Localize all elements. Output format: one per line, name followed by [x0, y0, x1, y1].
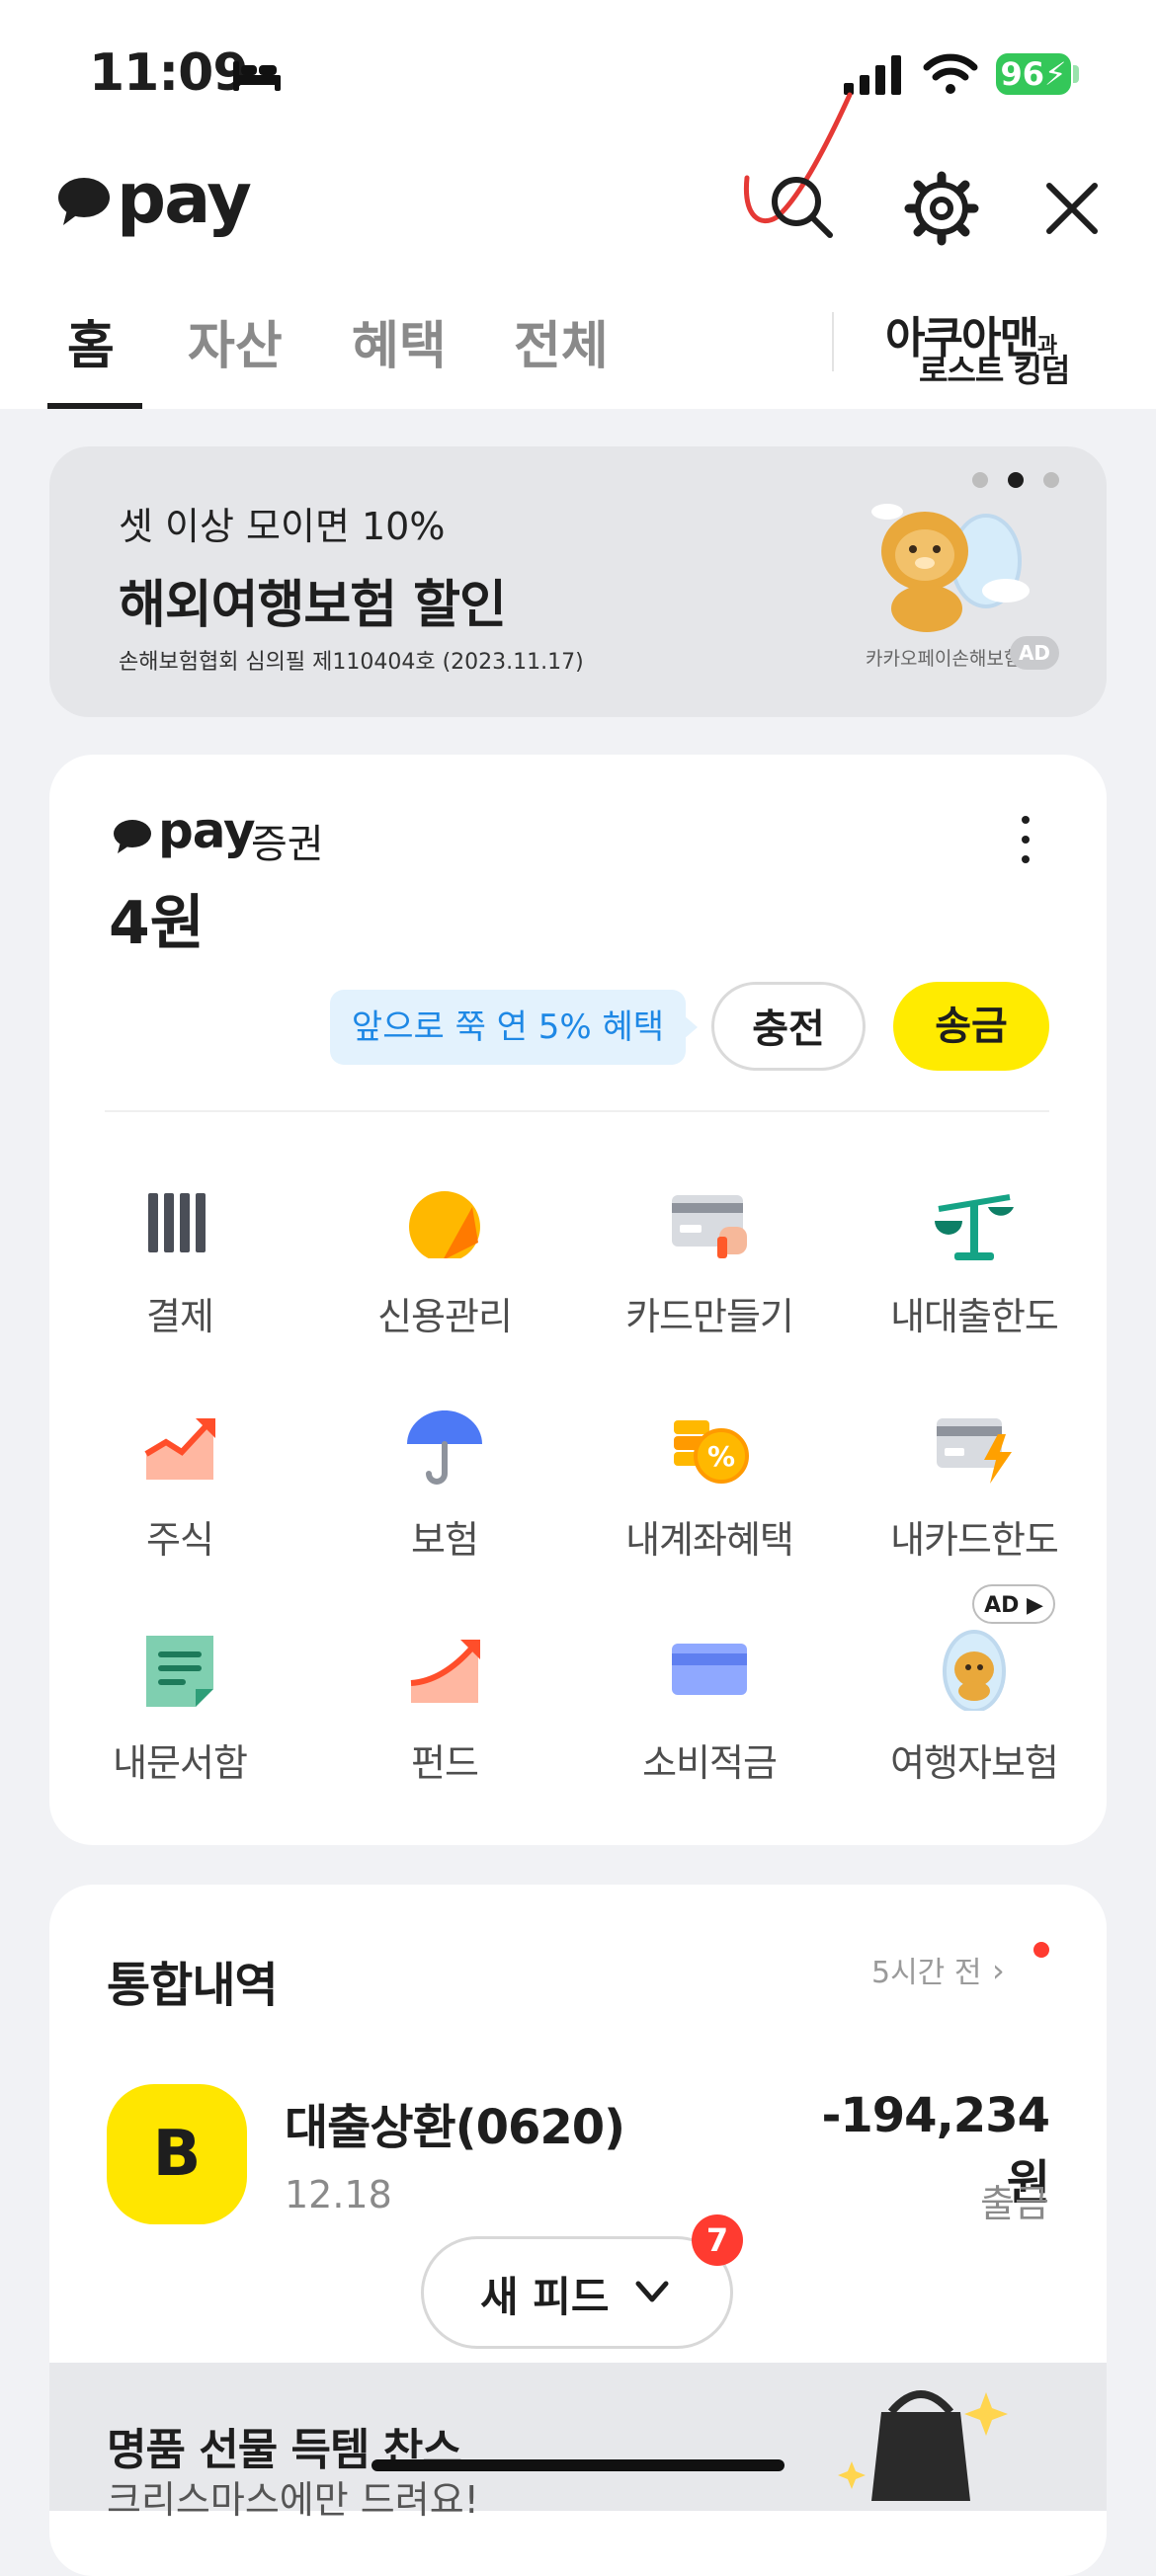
- battery-level: 96: [1000, 55, 1045, 93]
- more-options-icon[interactable]: [1012, 812, 1039, 867]
- menu-label: 내문서함: [113, 1741, 248, 1785]
- kakao-bubble-icon: [114, 820, 151, 853]
- banner-title: 해외여행보험 할인: [119, 576, 507, 635]
- pay-logo: pay: [117, 158, 252, 239]
- tab-divider: [832, 312, 834, 371]
- menu-label: 내대출한도: [890, 1295, 1059, 1338]
- menu-insurance[interactable]: 보험: [316, 1405, 573, 1564]
- menu-label: 결제: [146, 1295, 214, 1338]
- sleep-mode-icon: [233, 61, 281, 91]
- tab-assets[interactable]: 자산: [188, 304, 283, 378]
- card-divider: [105, 1110, 1049, 1112]
- menu-documents[interactable]: 내문서함: [51, 1628, 308, 1787]
- menu-label: 내계좌혜택: [625, 1518, 794, 1562]
- coin-percent-icon: %: [674, 1420, 749, 1484]
- interest-tooltip: 앞으로 쭉 연 5% 혜택: [330, 990, 686, 1065]
- travel-insurance-icon: [943, 1630, 1006, 1711]
- menu-label: 신용관리: [377, 1295, 513, 1338]
- menu-card-limit[interactable]: 내카드한도: [846, 1405, 1103, 1564]
- banner-subtitle: 셋 이상 모이면 10%: [119, 505, 446, 548]
- new-indicator-dot: [1033, 1942, 1049, 1958]
- feed-label: 새 피드: [480, 2273, 610, 2321]
- fund-chart-icon: [410, 1640, 480, 1703]
- close-icon[interactable]: [1035, 172, 1109, 245]
- menu-label: 펀드: [411, 1741, 479, 1785]
- saving-card-icon: [672, 1644, 747, 1695]
- bank-logo: B: [107, 2084, 247, 2224]
- card-create-icon: [672, 1195, 747, 1258]
- home-indicator[interactable]: [372, 2459, 784, 2471]
- menu-fund[interactable]: 펀드: [316, 1628, 573, 1787]
- menu-travel-insurance[interactable]: 여행자보험: [846, 1628, 1103, 1787]
- stock-chart-icon: [144, 1418, 215, 1480]
- gear-icon[interactable]: [901, 168, 982, 249]
- battery-cap: [1073, 65, 1079, 83]
- ad-tag[interactable]: AD ▶: [972, 1584, 1055, 1624]
- status-time: 11:09: [89, 43, 249, 103]
- battery-indicator: 96⚡: [996, 53, 1071, 95]
- chevron-right-icon[interactable]: ›: [992, 1952, 1005, 1989]
- document-icon: [146, 1636, 213, 1707]
- ad-badge: AD: [1010, 636, 1059, 670]
- history-time[interactable]: 5시간 전: [871, 1948, 981, 1991]
- menu-account-benefit[interactable]: % 내계좌혜택: [581, 1405, 838, 1564]
- charge-button[interactable]: 충전: [711, 982, 866, 1071]
- menu-label: 내카드한도: [890, 1518, 1059, 1562]
- kakao-bubble-icon: [58, 178, 110, 225]
- menu-label: 여행자보험: [890, 1741, 1059, 1785]
- securities-pay-logo: pay: [158, 802, 256, 859]
- menu-credit[interactable]: 신용관리: [316, 1181, 573, 1340]
- banner-brand: 카카오페이손해보험: [866, 648, 1022, 670]
- svg-text:%: %: [707, 1440, 735, 1473]
- umbrella-icon: [407, 1410, 482, 1485]
- menu-saving[interactable]: 소비적금: [581, 1628, 838, 1787]
- tab-all[interactable]: 전체: [514, 304, 609, 378]
- carousel-dot: [1043, 472, 1059, 488]
- menu-card-create[interactable]: 카드만들기: [581, 1181, 838, 1340]
- scale-icon: [935, 1194, 1014, 1260]
- carousel-dot-active: [1008, 472, 1024, 488]
- promo-subtitle: 크리스마스에만 드려요!: [107, 2478, 479, 2522]
- menu-label: 보험: [411, 1518, 479, 1562]
- header-promo-subtitle[interactable]: 로스트 킹덤: [919, 346, 1070, 391]
- menu-label: 카드만들기: [625, 1295, 794, 1338]
- wifi-icon: [923, 53, 978, 94]
- chevron-down-icon: [635, 2281, 669, 2302]
- card-bolt-icon: [937, 1418, 1012, 1484]
- menu-stock[interactable]: 주식: [51, 1405, 308, 1564]
- lion-character-illustration: [871, 504, 1030, 632]
- notification-badge: 7: [692, 2214, 743, 2266]
- history-title: 통합내역: [107, 1958, 279, 2013]
- transaction-type: 출금: [980, 2182, 1049, 2225]
- menu-label: 소비적금: [642, 1741, 778, 1785]
- menu-payment[interactable]: 결제: [51, 1181, 308, 1340]
- tab-benefits[interactable]: 혜택: [352, 304, 447, 378]
- securities-label: 증권: [251, 822, 324, 867]
- tooltip-arrow: [684, 1015, 698, 1039]
- transaction-date: 12.18: [285, 2173, 392, 2216]
- luxury-bag-illustration: [838, 2390, 1008, 2501]
- menu-label: 주식: [146, 1518, 214, 1562]
- menu-loan-limit[interactable]: 내대출한도: [846, 1181, 1103, 1340]
- barcode-icon: [148, 1193, 206, 1252]
- search-icon[interactable]: [763, 168, 842, 247]
- credit-gauge-icon: [407, 1191, 482, 1264]
- carousel-dot: [972, 472, 988, 488]
- tab-home[interactable]: 홈: [67, 304, 115, 378]
- banner-note: 손해보험협회 심의필 제110404호 (2023.11.17): [119, 650, 584, 675]
- send-button[interactable]: 송금: [893, 982, 1049, 1071]
- transaction-name[interactable]: 대출상환(0620): [285, 2088, 625, 2157]
- tab-active-indicator: [47, 403, 142, 409]
- securities-balance[interactable]: 4원: [109, 875, 205, 961]
